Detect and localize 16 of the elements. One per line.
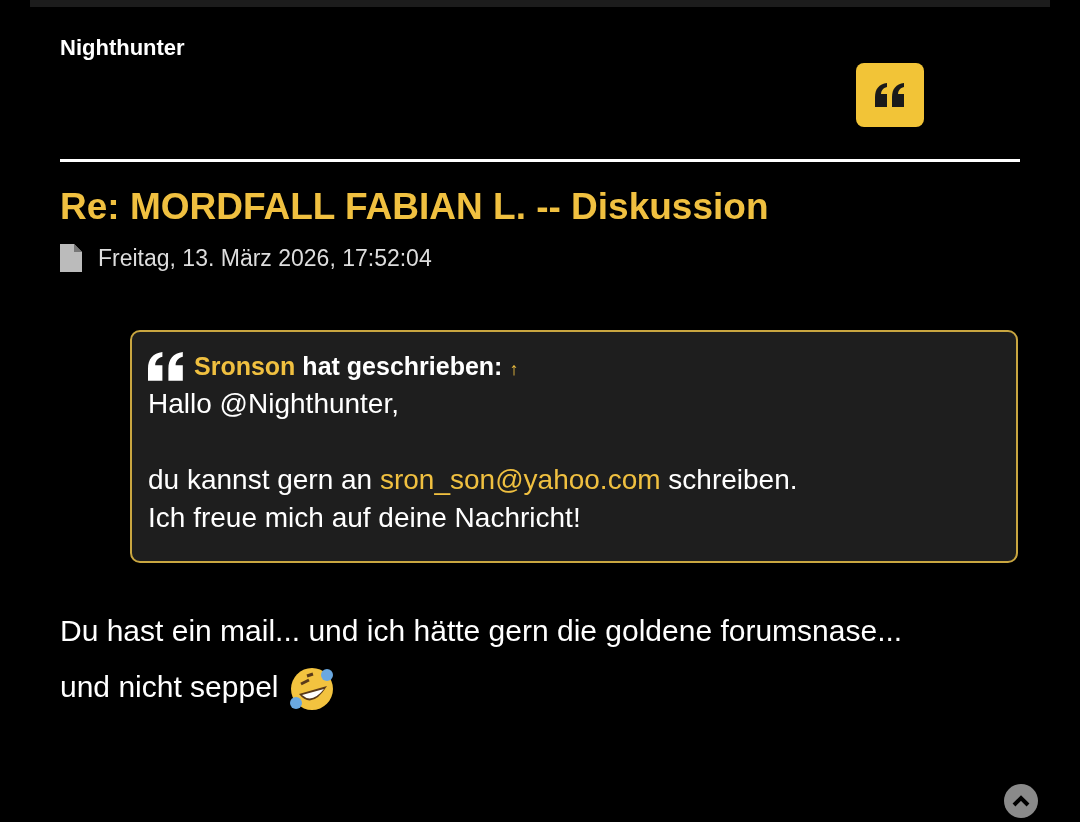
chevron-up-icon <box>1012 795 1030 807</box>
post-text: Du hast ein mail... und ich hätte gern die goldene forumsnase... und nicht seppel <box>60 603 920 715</box>
scroll-top-button[interactable] <box>1004 784 1038 818</box>
jump-link[interactable]: ↑ <box>509 359 519 379</box>
quote-greeting: Hallo @Nighthunter, <box>148 387 400 421</box>
email-link[interactable]: sron_son@yahoo.com <box>379 464 661 495</box>
quote-icon <box>875 83 905 107</box>
author-name: Nighthunter <box>60 35 186 61</box>
document-icon <box>60 244 82 272</box>
quote-button[interactable] <box>856 63 924 127</box>
quote-header: Sronson hat geschrieben: ↑ <box>194 352 519 381</box>
quote-icon <box>148 352 184 381</box>
post-title: Re: MORDFALL FABIAN L. -- Diskussion <box>60 186 770 228</box>
quote-paragraph: du kannst gern an sron_son@yahoo.com schreiben. Ich freue mich auf deine Nachricht! <box>148 463 799 535</box>
username-link[interactable]: Sronson <box>194 352 296 380</box>
post-date: Freitag, 13. März 2026, 17:52:04 <box>98 244 432 272</box>
